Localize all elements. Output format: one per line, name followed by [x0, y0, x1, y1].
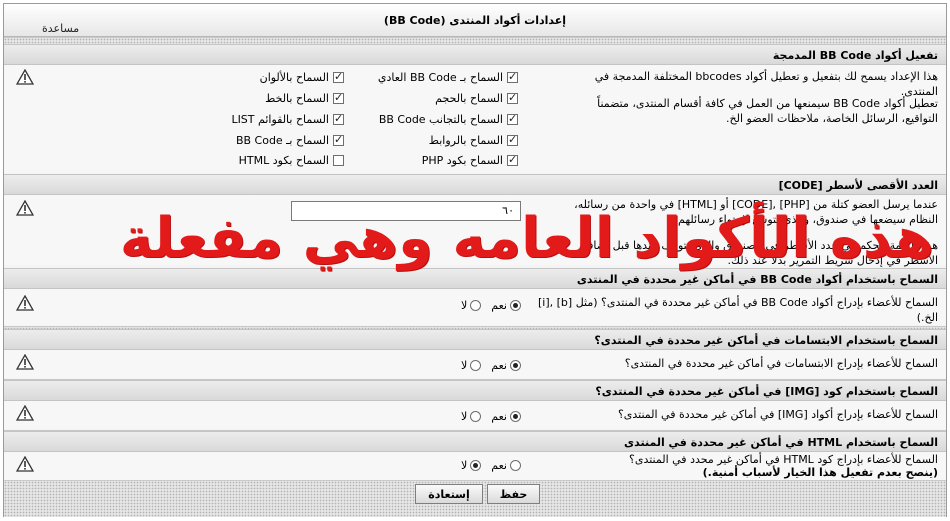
section-title: السماح باستخدام أكواد BB Code في أماكن غ… [576, 273, 938, 286]
checkbox-links[interactable]: السماح بالروابط [429, 133, 518, 147]
allow-html-yes[interactable]: نعم [491, 459, 521, 472]
section-title: السماح باستخدام الابتسامات في أماكن غير … [594, 334, 938, 347]
checkbox-list-box[interactable] [333, 112, 344, 125]
allow-bbcode-no[interactable]: لا [461, 299, 482, 312]
warning-triangle-icon [16, 456, 34, 472]
section-title: العدد الأقصى لأسطر [CODE] [778, 179, 938, 192]
allow-img-yes[interactable]: نعم [491, 410, 521, 423]
allow-html-no[interactable]: لا [461, 459, 482, 472]
checkbox-align[interactable]: السماح بالتجانب BB Code [379, 112, 518, 126]
save-button[interactable]: حفظ [487, 484, 540, 504]
help-link[interactable]: مساعدة [42, 22, 79, 35]
checkbox-size-box[interactable] [507, 91, 518, 104]
checkbox-size[interactable]: السماح بالحجم [435, 91, 518, 105]
checkbox-html-box[interactable] [333, 155, 344, 166]
bbcode-description-1: هذا الإعداد يسمح لك بتفعيل و تعطيل أكواد… [594, 70, 938, 98]
reset-button[interactable]: إستعادة [415, 484, 483, 504]
section-title: السماح باستخدام HTML في أماكن غير محددة … [624, 436, 938, 449]
section-body-allow-html: السماح للأعضاء بإدراج كود HTML في أماكن … [4, 452, 946, 482]
bbcode-description-2: تعطيل أكواد BB Code سيمنعها من العمل في … [597, 97, 938, 125]
warning-triangle-icon [16, 405, 34, 421]
allow-img-no[interactable]: لا [461, 410, 482, 423]
checkbox-bbcode[interactable]: السماح بـ BB Code [236, 133, 344, 147]
allow-bbcode-yes[interactable]: نعم [491, 299, 521, 312]
allow-html-radio-group: نعم لا [461, 459, 521, 472]
allow-smilies-description: السماح للأعضاء بإدراج الابتسامات في أماك… [624, 357, 938, 370]
section-body-allow-smilies: السماح للأعضاء بإدراج الابتسامات في أماك… [4, 350, 946, 378]
section-body-allow-img: السماح للأعضاء بإدراج أكواد [IMG] في أما… [4, 401, 946, 429]
panel-title: إعدادات أكواد المنتدى (BB Code) [383, 14, 567, 27]
section-header-allow-img: السماح باستخدام كود [IMG] في أماكن غير م… [4, 380, 946, 401]
warning-triangle-icon [16, 69, 34, 85]
checkbox-php-box[interactable] [507, 153, 518, 166]
section-header-bbcode: تفعيل أكواد BB Code المدمجة [4, 44, 946, 65]
allow-smilies-radio-group: نعم لا [461, 359, 521, 372]
checkbox-basic-bbcode[interactable]: السماح بـ BB Code العادي [378, 70, 518, 84]
allow-img-description: السماح للأعضاء بإدراج أكواد [IMG] في أما… [617, 408, 938, 421]
checkbox-font-box[interactable] [333, 91, 344, 104]
checkbox-html[interactable]: السماح بكود HTML [239, 154, 344, 167]
section-header-code-lines: العدد الأقصى لأسطر [CODE] [4, 174, 946, 195]
allow-html-warning-note: (ينصح بعدم تفعيل هذا الخيار لأسباب أمنية… [702, 466, 938, 479]
checkbox-php[interactable]: السماح بكود PHP [422, 153, 518, 167]
section-header-allow-html: السماح باستخدام HTML في أماكن غير محددة … [4, 431, 946, 452]
checkbox-font[interactable]: السماح بالخط [265, 91, 344, 105]
checkbox-colors[interactable]: السماح بالألوان [260, 70, 344, 84]
warning-triangle-icon [16, 354, 34, 370]
bbcode-settings-panel: إعدادات أكواد المنتدى (BB Code) مساعدة ت… [3, 3, 947, 517]
allow-smilies-yes[interactable]: نعم [491, 359, 521, 372]
warning-triangle-icon [16, 200, 34, 216]
warning-triangle-icon [16, 295, 34, 311]
allow-bbcode-description: السماح للأعضاء بإدراج أكواد BB Code في أ… [537, 296, 938, 324]
section-title: السماح باستخدام كود [IMG] في أماكن غير م… [595, 385, 938, 398]
checkbox-list[interactable]: السماح بالقوائم LIST [231, 112, 344, 126]
allow-smilies-no[interactable]: لا [461, 359, 482, 372]
panel-title-bar: إعدادات أكواد المنتدى (BB Code) مساعدة [4, 4, 946, 37]
section-header-allow-smilies: السماح باستخدام الابتسامات في أماكن غير … [4, 329, 946, 350]
allow-bbcode-radio-group: نعم لا [461, 299, 521, 312]
section-title: تفعيل أكواد BB Code المدمجة [772, 49, 938, 62]
checkbox-bbcode-box[interactable] [333, 133, 344, 146]
section-body-allow-bbcode: السماح للأعضاء بإدراج أكواد BB Code في أ… [4, 289, 946, 325]
checkbox-basic-box[interactable] [507, 70, 518, 83]
section-body-bbcode: هذا الإعداد يسمح لك بتفعيل و تعطيل أكواد… [4, 65, 946, 173]
allow-img-radio-group: نعم لا [461, 410, 521, 423]
overlay-annotation-text: هذه الأكواد العامه وهي مفعلة [119, 206, 934, 271]
checkbox-colors-box[interactable] [333, 70, 344, 83]
checkbox-align-box[interactable] [507, 112, 518, 125]
checkbox-links-box[interactable] [507, 133, 518, 146]
